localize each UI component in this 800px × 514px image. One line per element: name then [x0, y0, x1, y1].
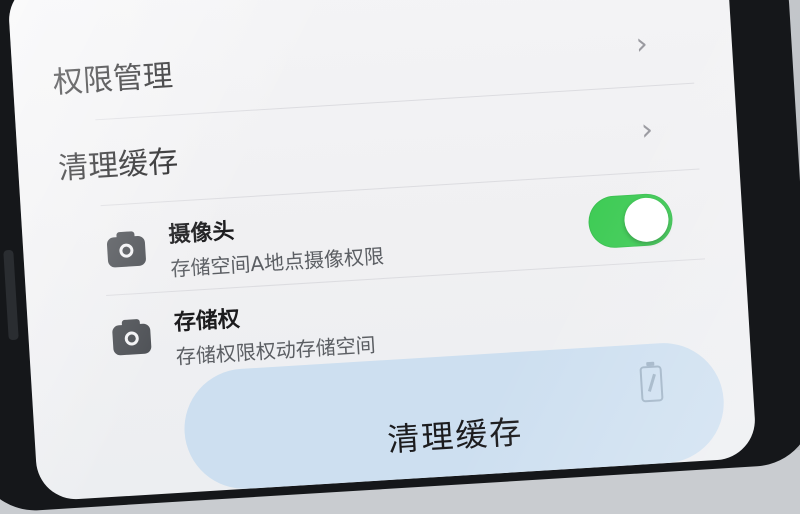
camera-icon: [106, 235, 147, 268]
permission-management-label: 权限管理: [51, 58, 174, 101]
clear-cache-button-label: 清理缓存: [386, 412, 525, 460]
chevron-right-icon: ›: [634, 25, 649, 62]
phone-screen: 权限管理 › 清理缓存 › 摄像头 存储空间A地点摄像权限 存储权 存储权限权动…: [6, 0, 758, 502]
permission-text: 摄像头 存储空间A地点摄像权限: [167, 204, 385, 282]
camera-permission-toggle[interactable]: [587, 192, 675, 250]
camera-icon: [111, 323, 152, 356]
toggle-knob: [623, 196, 670, 244]
battery-icon: [639, 365, 664, 403]
permission-text: 存储权 存储权限权动存储空间: [173, 292, 377, 369]
chevron-right-icon: ›: [639, 111, 655, 148]
clear-cache-label: 清理缓存: [57, 144, 180, 187]
